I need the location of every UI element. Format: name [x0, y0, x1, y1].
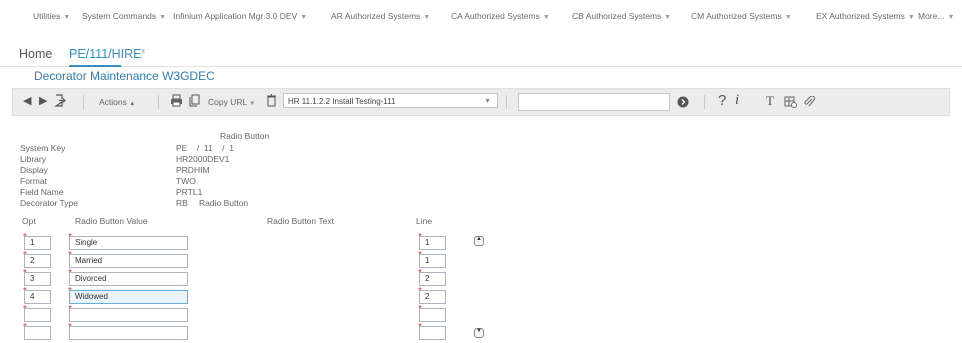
- system-key-label: System Key: [20, 143, 66, 153]
- toolbar-separator: [158, 95, 159, 109]
- display-value: PRDHIM: [176, 165, 210, 175]
- toolbar-separator: [83, 95, 84, 109]
- menu-infinium-application-mgr[interactable]: Infinium Application Mgr 3.0 DEV ▼: [173, 11, 307, 21]
- radio-button-value-input[interactable]: Single: [69, 236, 188, 250]
- radio-button-text-header: Radio Button Text: [267, 216, 334, 226]
- info-icon[interactable]: i: [735, 92, 739, 109]
- chevron-down-icon: ▼: [542, 14, 550, 21]
- menu-utilities[interactable]: Utilities ▼: [33, 11, 70, 21]
- opt-input[interactable]: 2: [24, 254, 51, 268]
- line-input[interactable]: [419, 326, 446, 340]
- chevron-down-icon: ▼: [664, 14, 672, 21]
- chevron-down-icon: ▼: [300, 14, 308, 21]
- menu-cb-authorized-systems[interactable]: CB Authorized Systems ▼: [572, 11, 671, 21]
- line-input[interactable]: 2: [419, 272, 446, 286]
- chevron-down-icon: ▼: [947, 14, 955, 21]
- search-input[interactable]: [518, 93, 670, 111]
- chevron-down-icon: ▼: [159, 14, 167, 21]
- environment-select[interactable]: HR 11.1.2.2 Install Testing-111 ▼: [283, 93, 498, 108]
- decorator-type-label: Decorator Type: [20, 198, 78, 208]
- radio-button-value-input[interactable]: Widowed: [69, 290, 188, 304]
- chevron-down-icon: ▼: [484, 98, 491, 105]
- tab-home[interactable]: Home: [19, 47, 52, 61]
- line-input[interactable]: 1: [419, 254, 446, 268]
- scroll-down-button[interactable]: ▼: [474, 328, 484, 338]
- system-key-value: PE / 11 / 1: [176, 143, 234, 153]
- opt-input[interactable]: 1: [24, 236, 51, 250]
- chevron-down-icon: ▼: [249, 101, 256, 107]
- chevron-down-icon: ▼: [476, 328, 482, 334]
- chevron-down-icon: ▼: [784, 14, 792, 21]
- opt-input[interactable]: [24, 326, 51, 340]
- active-tab-indicator: [69, 65, 121, 67]
- exit-icon[interactable]: [54, 94, 66, 112]
- field-name-value: PRTL1: [176, 187, 203, 197]
- opt-input[interactable]: 3: [24, 272, 51, 286]
- field-name-label: Field Name: [20, 187, 64, 197]
- display-label: Display: [20, 165, 48, 175]
- radio-button-heading: Radio Button: [220, 131, 270, 141]
- scroll-up-button[interactable]: ▲: [474, 236, 484, 246]
- menu-more[interactable]: More... ▼: [918, 11, 954, 21]
- radio-button-value-header: Radio Button Value: [75, 216, 148, 226]
- tab-label: PE/111/HIRE: [69, 47, 142, 61]
- opt-column-header: Opt: [22, 216, 36, 226]
- decorator-type-value: RB: [176, 198, 188, 208]
- go-icon[interactable]: [677, 95, 689, 113]
- actions-menu[interactable]: Actions ▲: [99, 97, 135, 107]
- menu-ex-authorized-systems[interactable]: EX Authorized Systems ▼: [816, 11, 915, 21]
- forward-arrow-icon[interactable]: ▶: [39, 94, 47, 107]
- menu-system-commands[interactable]: System Commands ▼: [82, 11, 166, 21]
- copy-icon[interactable]: [189, 94, 200, 112]
- tab-divider: [0, 66, 962, 67]
- chevron-up-icon: ▲: [476, 236, 482, 242]
- grid-settings-icon[interactable]: [784, 95, 797, 113]
- help-icon[interactable]: ?: [718, 92, 726, 109]
- tab-pe-111-hire[interactable]: PE/111/HIREx: [69, 47, 145, 61]
- menu-cm-authorized-systems[interactable]: CM Authorized Systems ▼: [691, 11, 792, 21]
- toolbar: ◀ ▶ Actions ▲ Copy URL ▼ HR 11.1.2.2 Ins…: [12, 88, 950, 116]
- chevron-down-icon: ▼: [423, 14, 431, 21]
- format-value: TWO: [176, 176, 196, 186]
- screen-title: Decorator Maintenance W3GDEC: [34, 69, 215, 83]
- attachment-icon[interactable]: [803, 95, 815, 113]
- opt-input[interactable]: 4: [24, 290, 51, 304]
- radio-button-value-input[interactable]: [69, 326, 188, 340]
- copy-url-menu[interactable]: Copy URL ▼: [208, 97, 255, 107]
- library-value: HR2000DEV1: [176, 154, 230, 164]
- menu-ca-authorized-systems[interactable]: CA Authorized Systems ▼: [451, 11, 550, 21]
- environment-icon[interactable]: [266, 94, 277, 112]
- line-column-header: Line: [416, 216, 433, 226]
- line-input[interactable]: 1: [419, 236, 446, 250]
- radio-button-value-input[interactable]: Married: [69, 254, 188, 268]
- opt-input[interactable]: [24, 308, 51, 322]
- radio-button-value-input[interactable]: [69, 308, 188, 322]
- print-icon[interactable]: [170, 94, 183, 112]
- line-input[interactable]: 2: [419, 290, 446, 304]
- toolbar-separator: [506, 95, 507, 109]
- chevron-down-icon: ▼: [907, 14, 915, 21]
- toolbar-separator: [704, 95, 705, 109]
- text-icon[interactable]: T: [766, 93, 774, 109]
- radio-button-value-input[interactable]: Divorced: [69, 272, 188, 286]
- close-tab-icon[interactable]: x: [142, 48, 146, 55]
- library-label: Library: [20, 154, 46, 164]
- chevron-down-icon: ▼: [63, 14, 71, 21]
- menu-ar-authorized-systems[interactable]: AR Authorized Systems ▼: [331, 11, 430, 21]
- back-arrow-icon[interactable]: ◀: [23, 94, 31, 107]
- top-menu-bar: Utilities ▼ System Commands ▼ Infinium App…: [0, 0, 962, 34]
- line-input[interactable]: [419, 308, 446, 322]
- format-label: Format: [20, 176, 47, 186]
- decorator-type-description: Radio Button: [199, 198, 249, 208]
